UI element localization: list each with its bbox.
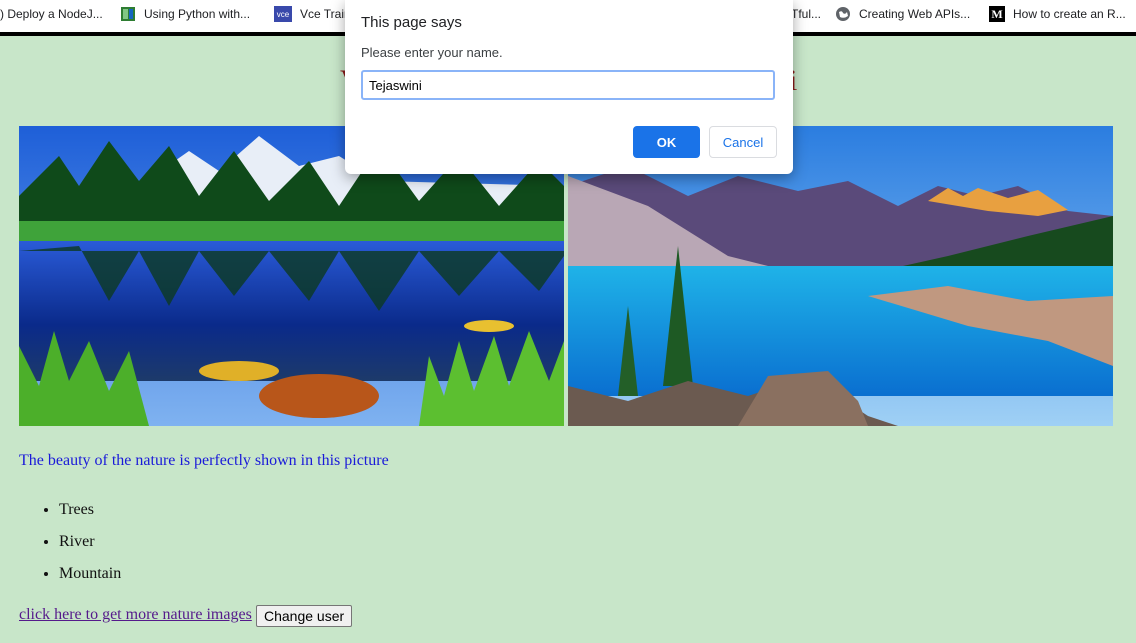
nature-caption: The beauty of the nature is perfectly sh… [19, 452, 389, 469]
change-user-button[interactable]: Change user [256, 605, 353, 627]
list-item: River [59, 529, 121, 561]
dialog-title: This page says [361, 14, 462, 31]
bookmark-vce-training[interactable]: vce Vce Trair [274, 0, 348, 28]
bookmark-label: How to create an R... [1013, 7, 1126, 21]
ok-button[interactable]: OK [633, 126, 700, 158]
bookmark-label: ) Deploy a NodeJ... [0, 7, 103, 21]
bookmark-label: Tful... [791, 7, 822, 21]
bookmark-restful[interactable]: Tful... [791, 0, 821, 28]
vce-icon: vce [274, 6, 292, 22]
list-item: Trees [59, 497, 121, 529]
prompt-dialog: This page says Please enter your name. O… [345, 0, 793, 174]
more-images-link[interactable]: click here to get more nature images [19, 606, 252, 624]
bookmark-label: Vce Trair [300, 7, 349, 21]
bookmark-creating-web-apis[interactable]: Creating Web APIs... [835, 0, 970, 28]
bookmark-label: Creating Web APIs... [859, 7, 971, 21]
medium-icon: M [989, 6, 1005, 22]
globe-icon [835, 6, 851, 22]
cancel-button[interactable]: Cancel [709, 126, 777, 158]
bookmark-deploy-nodejs[interactable]: ) Deploy a NodeJ... [0, 0, 103, 28]
bookmark-how-to-create[interactable]: M How to create an R... [989, 0, 1126, 28]
nature-list: Trees River Mountain [19, 497, 121, 593]
name-input[interactable] [361, 70, 775, 100]
bookmark-label: Using Python with... [144, 7, 251, 21]
dialog-message: Please enter your name. [361, 45, 503, 60]
book-icon [120, 6, 136, 22]
list-item: Mountain [59, 561, 121, 593]
bookmark-using-python[interactable]: Using Python with... [120, 0, 250, 28]
